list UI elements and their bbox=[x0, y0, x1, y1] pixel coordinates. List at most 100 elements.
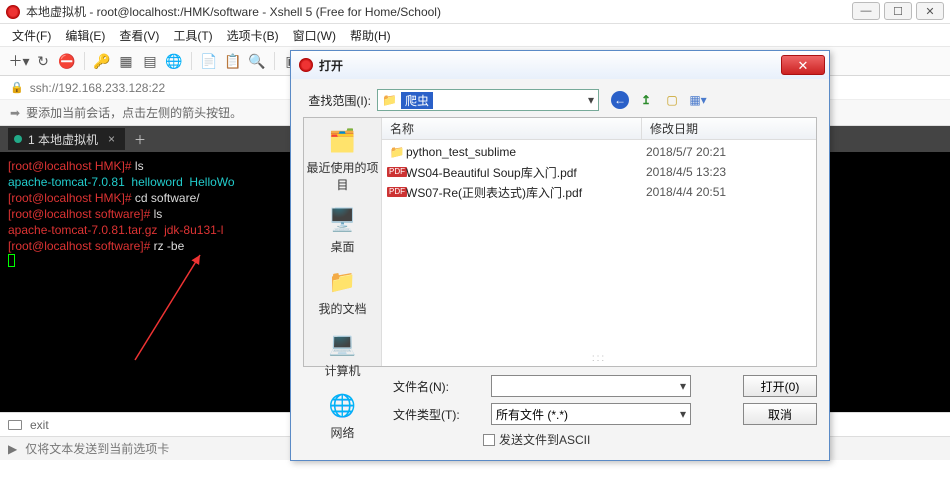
dropdown-icon[interactable]: ▾ bbox=[588, 93, 594, 107]
filetype-label: 文件类型(T): bbox=[393, 406, 481, 423]
resize-grip[interactable]: ::: bbox=[382, 351, 816, 366]
tab-active[interactable]: 1 本地虚拟机 × bbox=[8, 128, 125, 150]
lookin-combo[interactable]: 📁 爬虫 ▾ bbox=[377, 89, 599, 111]
file-name: python_test_sublime bbox=[406, 145, 646, 159]
dialog-close-button[interactable]: ✕ bbox=[781, 55, 825, 75]
term-prompt: [root@localhost software]# bbox=[8, 239, 154, 253]
ascii-option[interactable]: 发送文件到ASCII bbox=[483, 431, 817, 448]
lock-icon: 🔒 bbox=[10, 81, 24, 94]
app-icon bbox=[6, 5, 20, 19]
toolbar-separator bbox=[84, 52, 85, 70]
file-browser: 🗂️最近使用的项目 🖥️桌面 📁我的文档 💻计算机 🌐网络 名称 修改日期 📁p… bbox=[303, 117, 817, 367]
open-button[interactable]: 打开(0) bbox=[743, 375, 817, 397]
dropdown-icon[interactable]: ▾ bbox=[680, 407, 686, 421]
nav-up-icon[interactable]: ↥ bbox=[637, 91, 655, 109]
file-row[interactable]: PDFWS04-Beautiful Soup库入门.pdf2018/4/5 13… bbox=[382, 162, 816, 182]
address-text[interactable]: ssh://192.168.233.128:22 bbox=[30, 81, 165, 95]
send-icon: ▶ bbox=[8, 442, 17, 456]
disconnect-icon[interactable]: ⛔ bbox=[56, 50, 78, 72]
dialog-title: 打开 bbox=[319, 57, 775, 74]
lookin-label: 查找范围(I): bbox=[303, 92, 371, 109]
status-text-2: 仅将文本发送到当前选项卡 bbox=[25, 440, 169, 457]
grid-icon[interactable]: ▦ bbox=[115, 50, 137, 72]
term-output: apache-tomcat-7.0.81 helloword HelloWo bbox=[8, 175, 235, 189]
file-name: WS04-Beautiful Soup库入门.pdf bbox=[406, 164, 646, 181]
cancel-button[interactable]: 取消 bbox=[743, 403, 817, 425]
hint-text: 要添加当前会话，点击左侧的箭头按钮。 bbox=[26, 104, 242, 121]
menu-tab[interactable]: 选项卡(B) bbox=[227, 27, 279, 44]
term-prompt: [root@localhost software]# bbox=[8, 207, 154, 221]
sidebar-desktop[interactable]: 🖥️桌面 bbox=[304, 201, 381, 263]
dialog-titlebar: 打开 ✕ bbox=[291, 51, 829, 79]
tab-label: 1 本地虚拟机 bbox=[28, 131, 98, 148]
menu-view[interactable]: 查看(V) bbox=[119, 27, 159, 44]
minimize-button[interactable]: — bbox=[852, 2, 880, 20]
folder-icon: 📁 bbox=[382, 93, 397, 107]
tab-add-button[interactable]: ＋ bbox=[131, 131, 149, 148]
sidebar-recent[interactable]: 🗂️最近使用的项目 bbox=[304, 122, 381, 201]
term-output: apache-tomcat-7.0.81.tar.gz jdk-8u131-l bbox=[8, 223, 223, 237]
pdf-icon: PDF bbox=[388, 187, 406, 197]
ascii-checkbox[interactable] bbox=[483, 434, 495, 446]
filetype-combo[interactable]: 所有文件 (*.*)▾ bbox=[491, 403, 691, 425]
places-sidebar: 🗂️最近使用的项目 🖥️桌面 📁我的文档 💻计算机 🌐网络 bbox=[304, 118, 382, 366]
dropdown-icon[interactable]: ▾ bbox=[680, 379, 686, 393]
dialog-body: 查找范围(I): 📁 爬虫 ▾ ← ↥ ▢ ▦▾ 🗂️最近使用的项目 🖥️桌面 … bbox=[291, 79, 829, 460]
file-list-header: 名称 修改日期 bbox=[382, 118, 816, 140]
menu-help[interactable]: 帮助(H) bbox=[350, 27, 391, 44]
connection-status-icon bbox=[14, 135, 22, 143]
window-title: 本地虚拟机 - root@localhost:/HMK/software - X… bbox=[26, 3, 944, 20]
reconnect-icon[interactable]: ↻ bbox=[32, 50, 54, 72]
close-button[interactable]: ✕ bbox=[916, 2, 944, 20]
sidebar-documents[interactable]: 📁我的文档 bbox=[304, 263, 381, 325]
dialog-nav-icons: ← ↥ ▢ ▦▾ bbox=[611, 91, 707, 109]
window-controls: — ☐ ✕ bbox=[852, 2, 944, 20]
hint-arrow-icon[interactable]: ➡ bbox=[10, 106, 20, 120]
titlebar: 本地虚拟机 - root@localhost:/HMK/software - X… bbox=[0, 0, 950, 24]
nav-view-icon[interactable]: ▦▾ bbox=[689, 91, 707, 109]
sidebar-computer[interactable]: 💻计算机 bbox=[304, 325, 381, 387]
col-name[interactable]: 名称 bbox=[382, 118, 642, 139]
toolbar-separator bbox=[274, 52, 275, 70]
filename-field[interactable]: ▾ bbox=[491, 375, 691, 397]
key-icon[interactable]: 🔑 bbox=[91, 50, 113, 72]
folder-icon: 📁 bbox=[388, 145, 406, 159]
file-date: 2018/4/5 13:23 bbox=[646, 165, 726, 179]
search-icon[interactable]: 🔍 bbox=[246, 50, 268, 72]
menu-edit[interactable]: 编辑(E) bbox=[65, 27, 105, 44]
term-cmd: ls bbox=[154, 207, 163, 221]
maximize-button[interactable]: ☐ bbox=[884, 2, 912, 20]
open-dialog: 打开 ✕ 查找范围(I): 📁 爬虫 ▾ ← ↥ ▢ ▦▾ 🗂️最近使用的项目 bbox=[290, 50, 830, 461]
file-date: 2018/4/4 20:51 bbox=[646, 185, 726, 199]
col-date[interactable]: 修改日期 bbox=[642, 118, 816, 139]
menu-tool[interactable]: 工具(T) bbox=[173, 27, 212, 44]
menubar: 文件(F) 编辑(E) 查看(V) 工具(T) 选项卡(B) 窗口(W) 帮助(… bbox=[0, 24, 950, 46]
file-list[interactable]: 📁python_test_sublime2018/5/7 20:21PDFWS0… bbox=[382, 140, 816, 351]
menu-file[interactable]: 文件(F) bbox=[12, 27, 51, 44]
keyboard-icon bbox=[8, 420, 22, 430]
nav-back-icon[interactable]: ← bbox=[611, 91, 629, 109]
status-text: exit bbox=[30, 418, 49, 432]
term-prompt: [root@localhost HMK]# bbox=[8, 191, 135, 205]
filename-label: 文件名(N): bbox=[393, 378, 481, 395]
file-row[interactable]: 📁python_test_sublime2018/5/7 20:21 bbox=[382, 142, 816, 162]
dialog-icon bbox=[299, 58, 313, 72]
file-pane: 名称 修改日期 📁python_test_sublime2018/5/7 20:… bbox=[382, 118, 816, 366]
new-session-icon[interactable]: ＋▾ bbox=[8, 50, 30, 72]
sidebar-network[interactable]: 🌐网络 bbox=[304, 387, 381, 449]
file-name: WS07-Re(正则表达式)库入门.pdf bbox=[406, 184, 646, 201]
toolbar-separator bbox=[191, 52, 192, 70]
list-icon[interactable]: ▤ bbox=[139, 50, 161, 72]
file-row[interactable]: PDFWS07-Re(正则表达式)库入门.pdf2018/4/4 20:51 bbox=[382, 182, 816, 202]
globe-icon[interactable]: 🌐 bbox=[163, 50, 185, 72]
nav-newfolder-icon[interactable]: ▢ bbox=[663, 91, 681, 109]
menu-window[interactable]: 窗口(W) bbox=[293, 27, 336, 44]
term-cmd: ls bbox=[135, 159, 144, 173]
term-cmd: cd software/ bbox=[135, 191, 200, 205]
term-prompt: [root@localhost HMK]# bbox=[8, 159, 135, 173]
copy-icon[interactable]: 📄 bbox=[198, 50, 220, 72]
tab-close-icon[interactable]: × bbox=[108, 132, 115, 146]
paste-icon[interactable]: 📋 bbox=[222, 50, 244, 72]
lookin-value: 爬虫 bbox=[401, 92, 433, 109]
terminal-cursor bbox=[8, 254, 15, 267]
